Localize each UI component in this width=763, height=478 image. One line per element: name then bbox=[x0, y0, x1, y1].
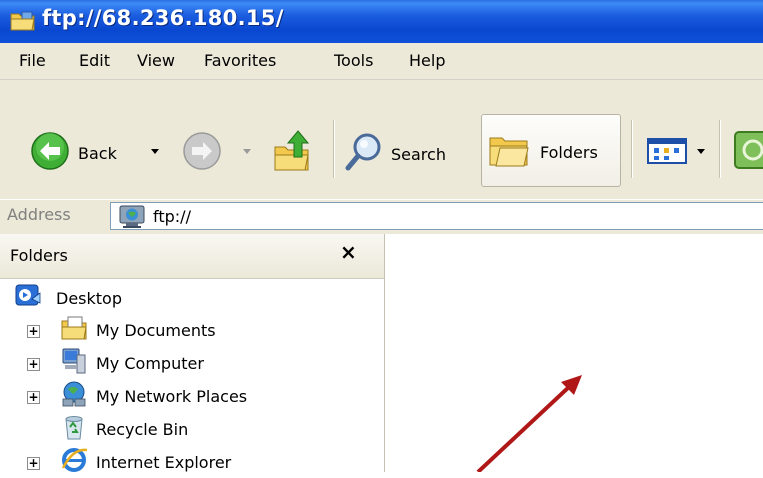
annotation-arrow-icon bbox=[476, 375, 582, 472]
